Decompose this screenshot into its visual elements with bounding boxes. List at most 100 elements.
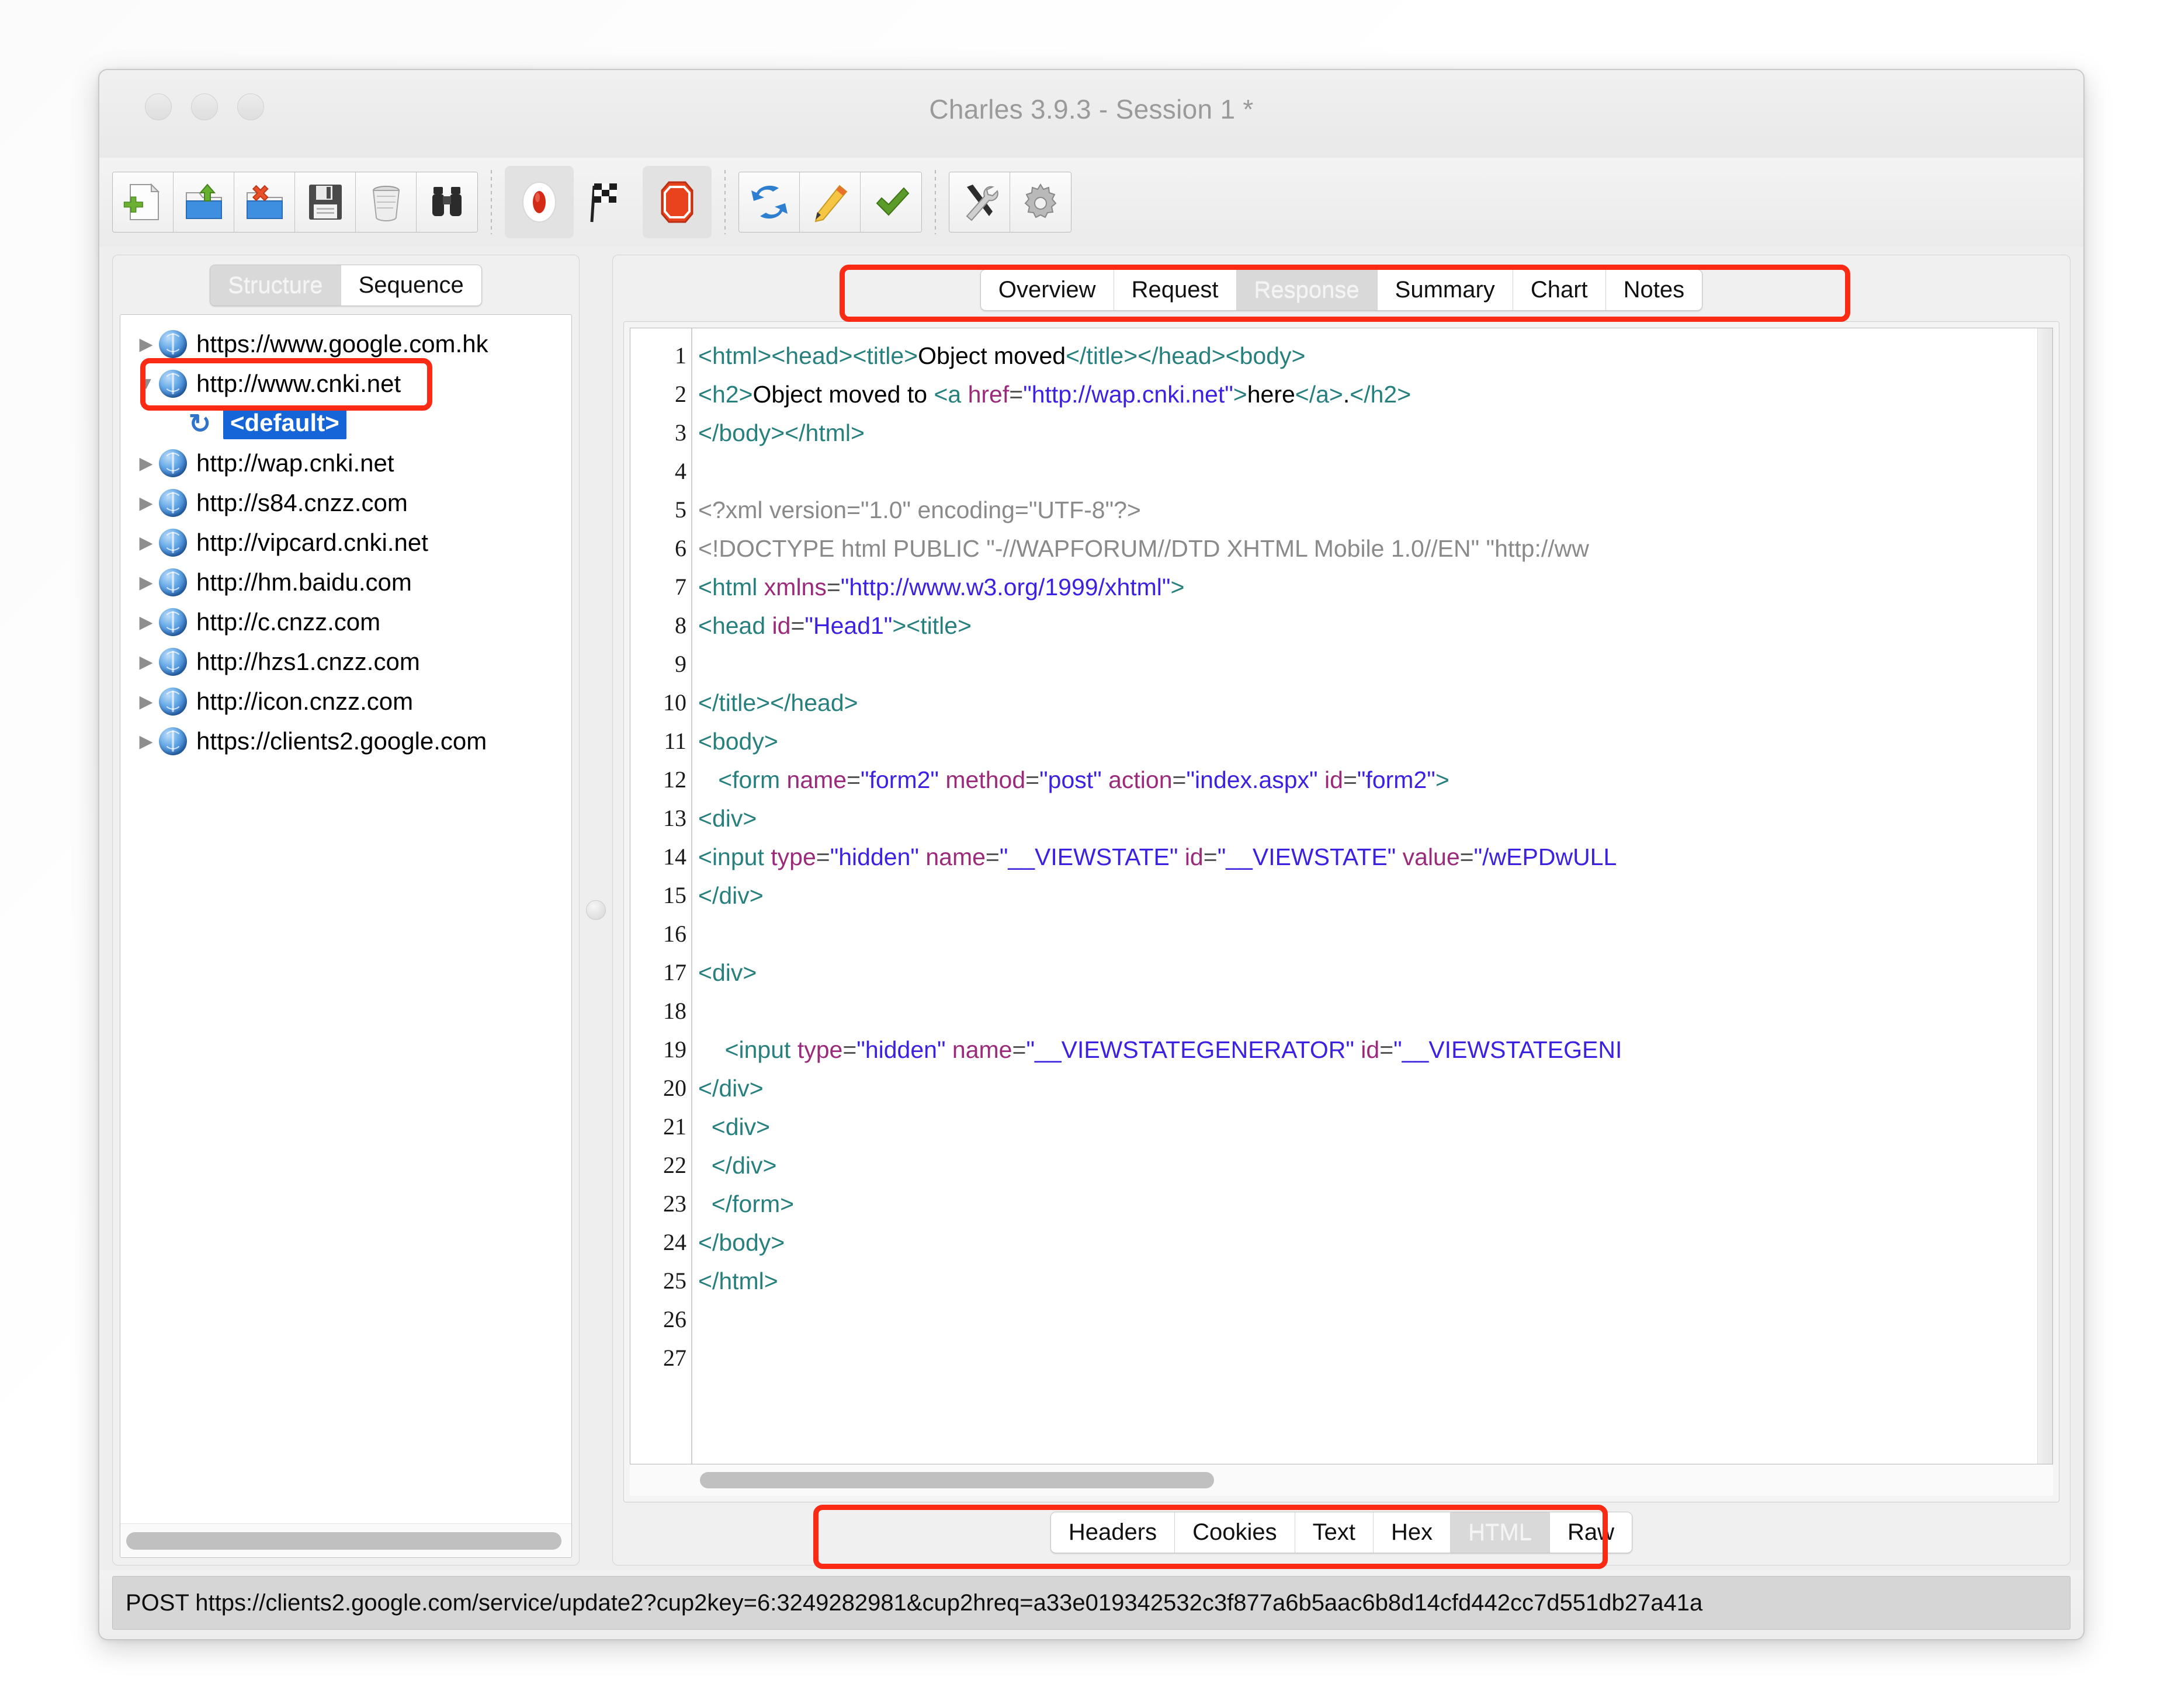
open-folder-icon [185,183,222,219]
compose-button[interactable] [800,172,861,232]
tab-sequence[interactable]: Sequence [341,265,481,306]
tab-chart[interactable]: Chart [1513,270,1606,310]
tree-item-c-cnzz[interactable]: ▶ http://c.cnzz.com [120,602,571,642]
tab-response[interactable]: Response [1236,270,1378,310]
clear-session-button[interactable] [356,172,417,232]
chevron-right-icon[interactable]: ▶ [133,572,159,593]
code-line-23: </form> [711,1190,795,1217]
chevron-right-icon[interactable]: ▶ [133,334,159,355]
tree-item-label: http://wap.cnki.net [196,449,394,477]
session-tree-rows: ▶ https://www.google.com.hk ▼ http://www… [120,315,571,761]
tree-item-wap-cnki[interactable]: ▶ http://wap.cnki.net [120,443,571,483]
globe-icon [159,370,187,398]
tab-raw[interactable]: Raw [1550,1512,1632,1553]
tab-html[interactable]: HTML [1451,1512,1551,1553]
panel-splitter[interactable] [580,255,612,1565]
chevron-down-icon[interactable]: ▼ [133,374,159,394]
chevron-right-icon[interactable]: ▶ [133,493,159,513]
tree-item-clients2-google[interactable]: ▶ https://clients2.google.com [120,721,571,761]
tree-item-label: http://s84.cnzz.com [196,489,408,516]
settings-button[interactable] [1010,172,1071,232]
sidebar-hscroll-thumb[interactable] [126,1532,561,1550]
floppy-disk-icon [308,185,342,220]
toolbar-separator-1 [491,170,492,234]
session-tree[interactable]: ▶ https://www.google.com.hk ▼ http://www… [120,314,572,1558]
line-number: 18 [663,998,686,1024]
tree-item-s84-cnzz[interactable]: ▶ http://s84.cnzz.com [120,483,571,523]
line-number: 21 [663,1113,686,1140]
code-horizontal-scrollbar[interactable] [630,1464,2053,1496]
code-line-6: <!DOCTYPE html PUBLIC "-//WAPFORUM//DTD … [698,535,1589,562]
tree-item-label: http://c.cnzz.com [196,608,381,636]
sidebar-hscrollbar[interactable] [120,1523,571,1557]
chevron-right-icon[interactable]: ▶ [133,731,159,752]
stop-octagon-icon [661,181,693,223]
tab-hex[interactable]: Hex [1374,1512,1451,1553]
tab-text[interactable]: Text [1295,1512,1374,1553]
globe-icon [159,688,187,716]
code-line-19: <input type="hidden" name="__VIEWSTATEGE… [724,1036,1622,1063]
tab-notes[interactable]: Notes [1605,270,1702,310]
tree-item-label: https://clients2.google.com [196,727,487,755]
tree-item-google-hk[interactable]: ▶ https://www.google.com.hk [120,324,571,364]
body-area: Structure Sequence ▶ https://www.google.… [99,247,2083,1570]
charles-window: Charles 3.9.3 - Session 1 * Structure Se… [98,69,2085,1640]
save-session-button[interactable] [295,172,356,232]
line-number: 24 [663,1229,686,1255]
new-session-button[interactable] [113,172,174,232]
record-button[interactable] [505,166,574,238]
code-vertical-scrollbar[interactable] [2037,328,2052,1464]
status-bar: POST https://clients2.google.com/service… [99,1570,2083,1639]
tab-request[interactable]: Request [1114,270,1237,310]
tree-item-cnki[interactable]: ▼ http://www.cnki.net [120,364,571,404]
chevron-right-icon[interactable]: ▶ [133,692,159,712]
code-line-14: <input type="hidden" name="__VIEWSTATE" … [698,843,1617,870]
tree-item-label: http://vipcard.cnki.net [196,529,428,556]
tree-item-vipcard-cnki[interactable]: ▶ http://vipcard.cnki.net [120,523,571,563]
tab-headers[interactable]: Headers [1050,1512,1175,1553]
line-number: 19 [663,1036,686,1063]
tree-item-label: <default> [223,408,346,439]
open-session-button[interactable] [174,172,234,232]
tree-item-icon-cnzz[interactable]: ▶ http://icon.cnzz.com [120,682,571,721]
repeat-button[interactable] [739,172,800,232]
close-session-button[interactable] [234,172,295,232]
tree-item-label: https://www.google.com.hk [196,330,488,357]
code-line-24: </body> [698,1229,785,1256]
line-number: 16 [663,921,686,947]
find-button[interactable] [417,172,477,232]
line-number: 9 [675,651,686,677]
chevron-right-icon[interactable]: ▶ [133,652,159,672]
stop-button[interactable] [643,166,712,238]
tab-overview[interactable]: Overview [980,270,1114,310]
chevron-right-icon[interactable]: ▶ [133,612,159,633]
tab-structure[interactable]: Structure [210,265,341,306]
line-number: 7 [675,574,686,600]
chevron-right-icon[interactable]: ▶ [133,533,159,553]
code-line-17: <div> [698,959,757,986]
tree-item-default[interactable]: ↻ <default> [120,404,571,443]
settings-group [949,172,1071,232]
tree-item-hzs1-cnzz[interactable]: ▶ http://hzs1.cnzz.com [120,642,571,682]
line-number: 23 [663,1190,686,1217]
code-text[interactable]: <html><head><title>Object moved</title><… [692,328,2037,1464]
globe-icon [159,727,187,755]
code-line-2: <h2>Object moved to <a href="http://wap.… [698,381,1412,408]
validate-button[interactable] [861,172,921,232]
code-scroll-area[interactable]: 1 2 3 4 5 6 7 8 9 10 11 12 13 14 15 16 1… [630,328,2053,1464]
code-hscroll-thumb[interactable] [700,1472,1214,1488]
tab-summary[interactable]: Summary [1377,270,1513,310]
tab-cookies[interactable]: Cookies [1175,1512,1295,1553]
detail-panel: Overview Request Response Summary Chart … [612,255,2071,1569]
format-tab-segmented-control: Headers Cookies Text Hex HTML Raw [1050,1512,1633,1553]
tree-item-hm-baidu[interactable]: ▶ http://hm.baidu.com [120,563,571,602]
globe-icon [159,330,187,358]
line-number: 17 [663,959,686,985]
line-number: 26 [663,1306,686,1332]
chevron-right-icon[interactable]: ▶ [133,453,159,474]
line-number: 6 [675,535,686,561]
start-stop-throttling-button[interactable] [574,166,643,238]
tools-button[interactable] [949,172,1010,232]
response-body-viewer: 1 2 3 4 5 6 7 8 9 10 11 12 13 14 15 16 1… [623,321,2059,1502]
splitter-handle[interactable] [586,900,606,920]
